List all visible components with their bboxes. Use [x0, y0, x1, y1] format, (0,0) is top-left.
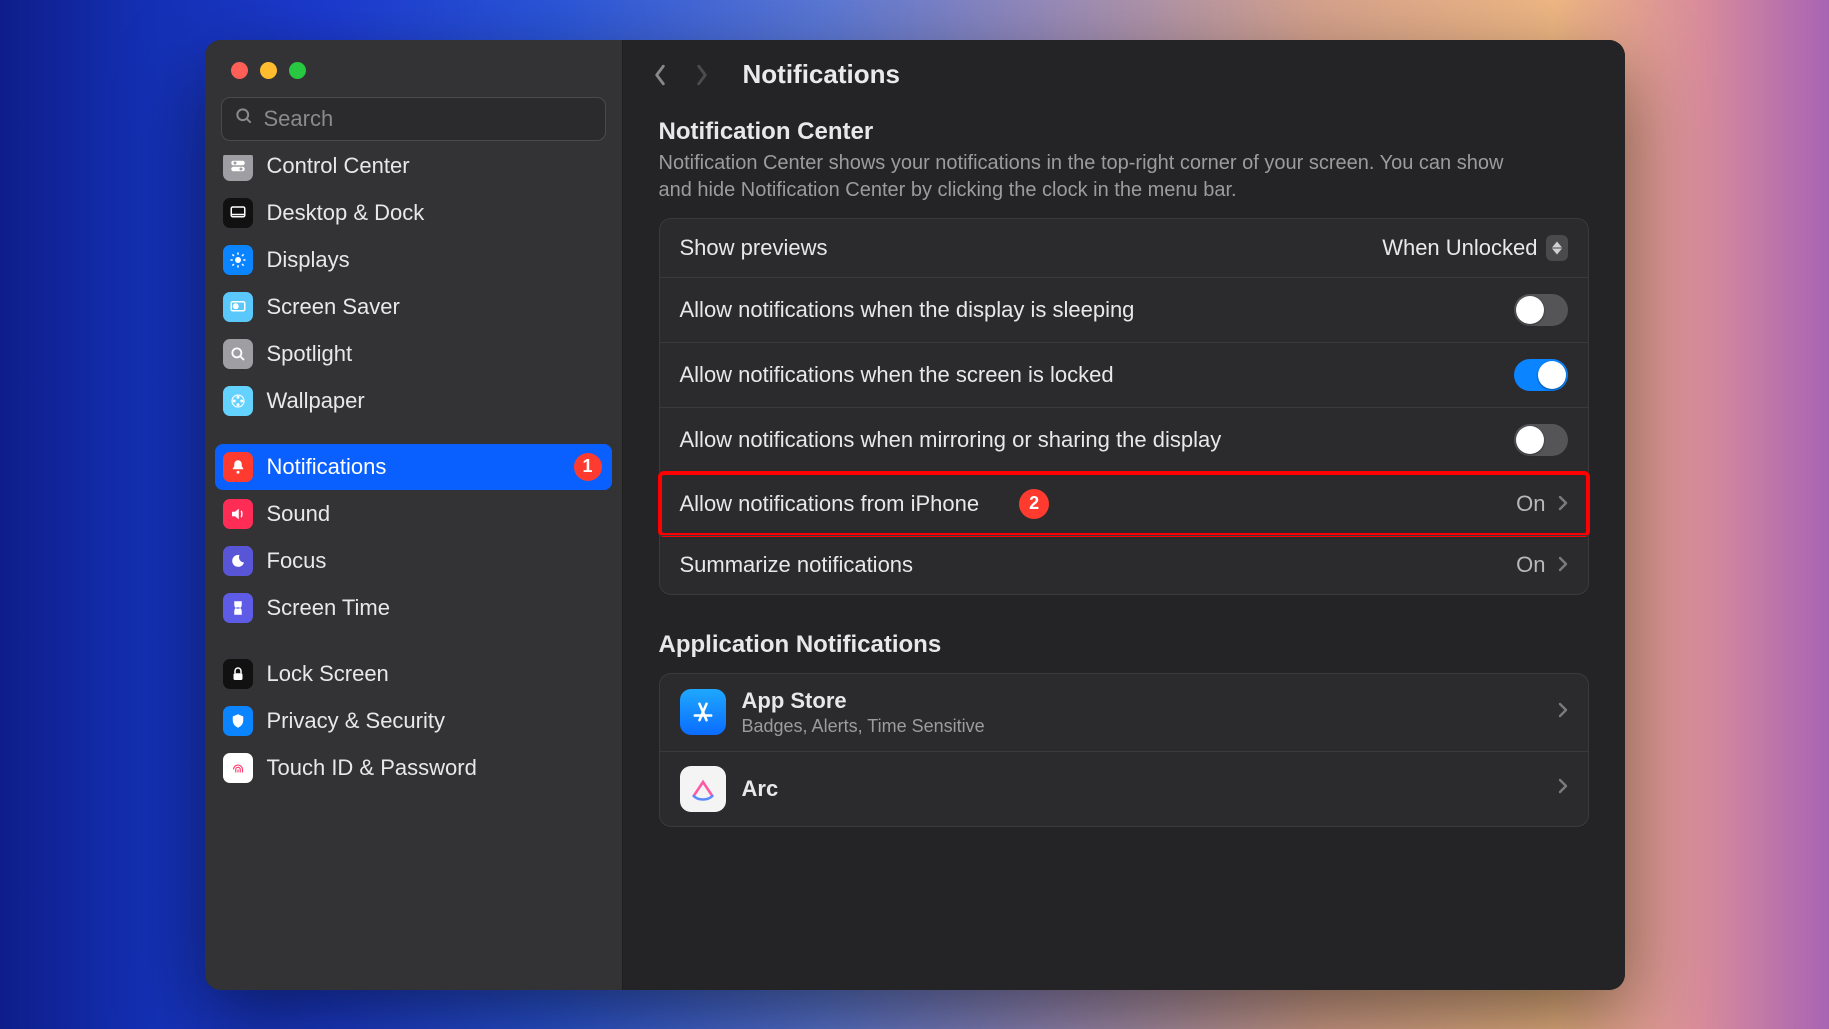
sidebar-item-label: Screen Time [267, 595, 391, 621]
toggle-mirroring[interactable] [1514, 424, 1568, 456]
zoom-window-button[interactable] [289, 62, 306, 79]
row-label: Allow notifications when mirroring or sh… [680, 427, 1222, 453]
sidebar-item-screen-saver[interactable]: Screen Saver [215, 284, 612, 330]
sidebar-item-label: Control Center [267, 155, 410, 179]
minimize-window-button[interactable] [260, 62, 277, 79]
toggle-screen-locked[interactable] [1514, 359, 1568, 391]
displays-icon [223, 245, 253, 275]
app-name: Arc [742, 776, 779, 802]
app-name: App Store [742, 688, 985, 714]
sidebar-item-lock-screen[interactable]: Lock Screen [215, 651, 612, 697]
sidebar-item-label: Focus [267, 548, 327, 574]
focus-icon [223, 546, 253, 576]
content-scroll[interactable]: Notification Center Notification Center … [623, 110, 1625, 990]
desktop-dock-icon [223, 198, 253, 228]
sidebar-item-label: Spotlight [267, 341, 353, 367]
section-title: Notification Center [659, 118, 1589, 146]
system-settings-window: Control Center Desktop & Dock Displays S… [205, 40, 1625, 990]
row-show-previews[interactable]: Show previews When Unlocked [660, 219, 1588, 277]
sidebar-item-label: Sound [267, 501, 331, 527]
screen-saver-icon [223, 292, 253, 322]
sidebar-item-privacy-security[interactable]: Privacy & Security [215, 698, 612, 744]
row-allow-sleeping: Allow notifications when the display is … [660, 277, 1588, 342]
window-controls [205, 40, 622, 97]
sidebar-item-label: Notifications [267, 454, 387, 480]
row-value: On [1516, 552, 1545, 578]
sidebar-item-spotlight[interactable]: Spotlight [215, 331, 612, 377]
annotation-badge-1: 1 [574, 453, 602, 481]
sidebar-item-wallpaper[interactable]: Wallpaper [215, 378, 612, 424]
screen-time-icon [223, 593, 253, 623]
section-description: Notification Center shows your notificat… [659, 150, 1529, 204]
select-value: When Unlocked [1382, 235, 1537, 261]
app-row-arc[interactable]: Arc [660, 751, 1588, 826]
row-summarize[interactable]: Summarize notifications On [660, 535, 1588, 594]
toggle-display-sleeping[interactable] [1514, 294, 1568, 326]
sidebar-item-control-center[interactable]: Control Center [215, 155, 612, 189]
chevron-right-icon [1558, 778, 1568, 799]
sidebar-item-label: Privacy & Security [267, 708, 446, 734]
sidebar-item-displays[interactable]: Displays [215, 237, 612, 283]
row-label: Allow notifications when the screen is l… [680, 362, 1114, 388]
wallpaper-icon [223, 386, 253, 416]
app-subtitle: Badges, Alerts, Time Sensitive [742, 716, 985, 737]
page-title: Notifications [743, 59, 900, 90]
show-previews-select[interactable]: When Unlocked [1382, 235, 1567, 261]
row-value: On [1516, 491, 1545, 517]
chevron-right-icon [1558, 552, 1568, 578]
chevron-right-icon [1558, 491, 1568, 517]
notifications-icon [223, 452, 253, 482]
topbar: Notifications [623, 40, 1625, 110]
app-row-app-store[interactable]: App Store Badges, Alerts, Time Sensitive [660, 674, 1588, 751]
notification-settings-panel: Show previews When Unlocked Allow notifi… [659, 218, 1589, 595]
forward-button[interactable] [693, 61, 711, 89]
main-panel: Notifications Notification Center Notifi… [623, 40, 1625, 990]
search-input[interactable] [264, 106, 593, 132]
control-center-icon [223, 155, 253, 181]
sidebar-item-touch-id-password[interactable]: Touch ID & Password [215, 745, 612, 791]
sidebar-item-label: Touch ID & Password [267, 755, 477, 781]
sidebar-item-focus[interactable]: Focus [215, 538, 612, 584]
arc-icon [680, 766, 726, 812]
application-notifications-title: Application Notifications [659, 631, 1589, 659]
stepper-up-down-icon [1546, 235, 1568, 261]
annotation-badge-2: 2 [1019, 489, 1049, 519]
sidebar-item-notifications[interactable]: Notifications 1 [215, 444, 612, 490]
search-field[interactable] [221, 97, 606, 141]
row-label: Allow notifications from iPhone [680, 491, 980, 517]
chevron-right-icon [1558, 702, 1568, 723]
sidebar-item-screen-time[interactable]: Screen Time [215, 585, 612, 631]
privacy-security-icon [223, 706, 253, 736]
sidebar-item-desktop-dock[interactable]: Desktop & Dock [215, 190, 612, 236]
notification-center-header: Notification Center Notification Center … [659, 118, 1589, 204]
sidebar-item-label: Lock Screen [267, 661, 389, 687]
close-window-button[interactable] [231, 62, 248, 79]
sidebar: Control Center Desktop & Dock Displays S… [205, 40, 623, 990]
touch-id-icon [223, 753, 253, 783]
lock-screen-icon [223, 659, 253, 689]
sidebar-item-label: Desktop & Dock [267, 200, 425, 226]
spotlight-icon [223, 339, 253, 369]
row-allow-iphone[interactable]: Allow notifications from iPhone 2 On [660, 472, 1588, 535]
sidebar-list: Control Center Desktop & Dock Displays S… [205, 155, 622, 990]
app-store-icon [680, 689, 726, 735]
sidebar-item-label: Displays [267, 247, 350, 273]
row-allow-mirroring: Allow notifications when mirroring or sh… [660, 407, 1588, 472]
row-label: Allow notifications when the display is … [680, 297, 1135, 323]
sound-icon [223, 499, 253, 529]
row-label: Summarize notifications [680, 552, 914, 578]
search-icon [234, 106, 254, 131]
sidebar-item-label: Screen Saver [267, 294, 400, 320]
application-notifications-panel: App Store Badges, Alerts, Time Sensitive [659, 673, 1589, 827]
back-button[interactable] [651, 61, 669, 89]
sidebar-item-sound[interactable]: Sound [215, 491, 612, 537]
sidebar-item-label: Wallpaper [267, 388, 365, 414]
row-allow-locked: Allow notifications when the screen is l… [660, 342, 1588, 407]
row-label: Show previews [680, 235, 828, 261]
